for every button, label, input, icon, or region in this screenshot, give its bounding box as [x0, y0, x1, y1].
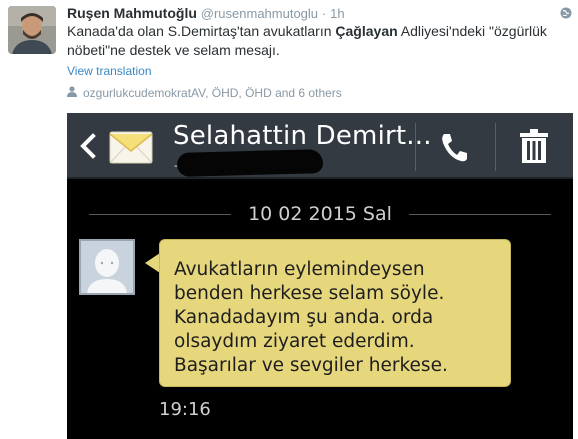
envelope-icon	[109, 129, 153, 165]
header-separator: ·	[321, 6, 327, 21]
message-time: 19:16	[159, 399, 211, 420]
author-avatar[interactable]	[8, 6, 56, 54]
tagged-users-label: ozgurlukcudemokratAV, ÖHD, ÖHD and 6 oth…	[83, 86, 342, 100]
phone-call-icon	[439, 131, 469, 163]
person-icon	[67, 86, 77, 100]
message-text: Avukatların eylemindeysen benden herkese…	[174, 259, 448, 376]
tagged-users[interactable]: ozgurlukcudemokratAV, ÖHD, ÖHD and 6 oth…	[67, 86, 342, 100]
author-name[interactable]: Ruşen Mahmutoğlu	[67, 5, 197, 21]
back-arrow-icon	[79, 133, 97, 159]
trash-icon	[519, 129, 549, 163]
tweet-time[interactable]: 1h	[330, 6, 344, 21]
globe-icon[interactable]	[560, 6, 572, 19]
sender-avatar-icon	[79, 239, 135, 295]
tweet-text: Kanada'da olan S.Demirtaş'tan avukatları…	[67, 22, 557, 60]
date-separator: 10 02 2015 Sal	[89, 203, 551, 225]
tweet-text-part1: Kanada'da olan S.Demirtaş'tan avukatları…	[67, 23, 336, 39]
sms-action-bar: Selahattin Demirt... +90	[67, 113, 573, 179]
message-bubble: Avukatların eylemindeysen benden herkese…	[159, 239, 511, 387]
action-divider	[495, 123, 496, 171]
bubble-tail	[145, 253, 160, 273]
sms-screenshot[interactable]: Selahattin Demirt... +90 10 02 2015 Sal	[67, 113, 573, 439]
tweet-header: Ruşen Mahmutoğlu @rusenmahmutoglu · 1h	[67, 4, 345, 22]
author-handle[interactable]: @rusenmahmutoglu	[201, 6, 318, 21]
redaction-mark	[176, 149, 324, 177]
contact-name: Selahattin Demirt...	[173, 121, 432, 151]
action-divider	[415, 123, 416, 171]
view-translation-link[interactable]: View translation	[67, 64, 152, 78]
tweet-text-bold: Çağlayan	[335, 23, 398, 39]
date-rule	[409, 214, 551, 215]
